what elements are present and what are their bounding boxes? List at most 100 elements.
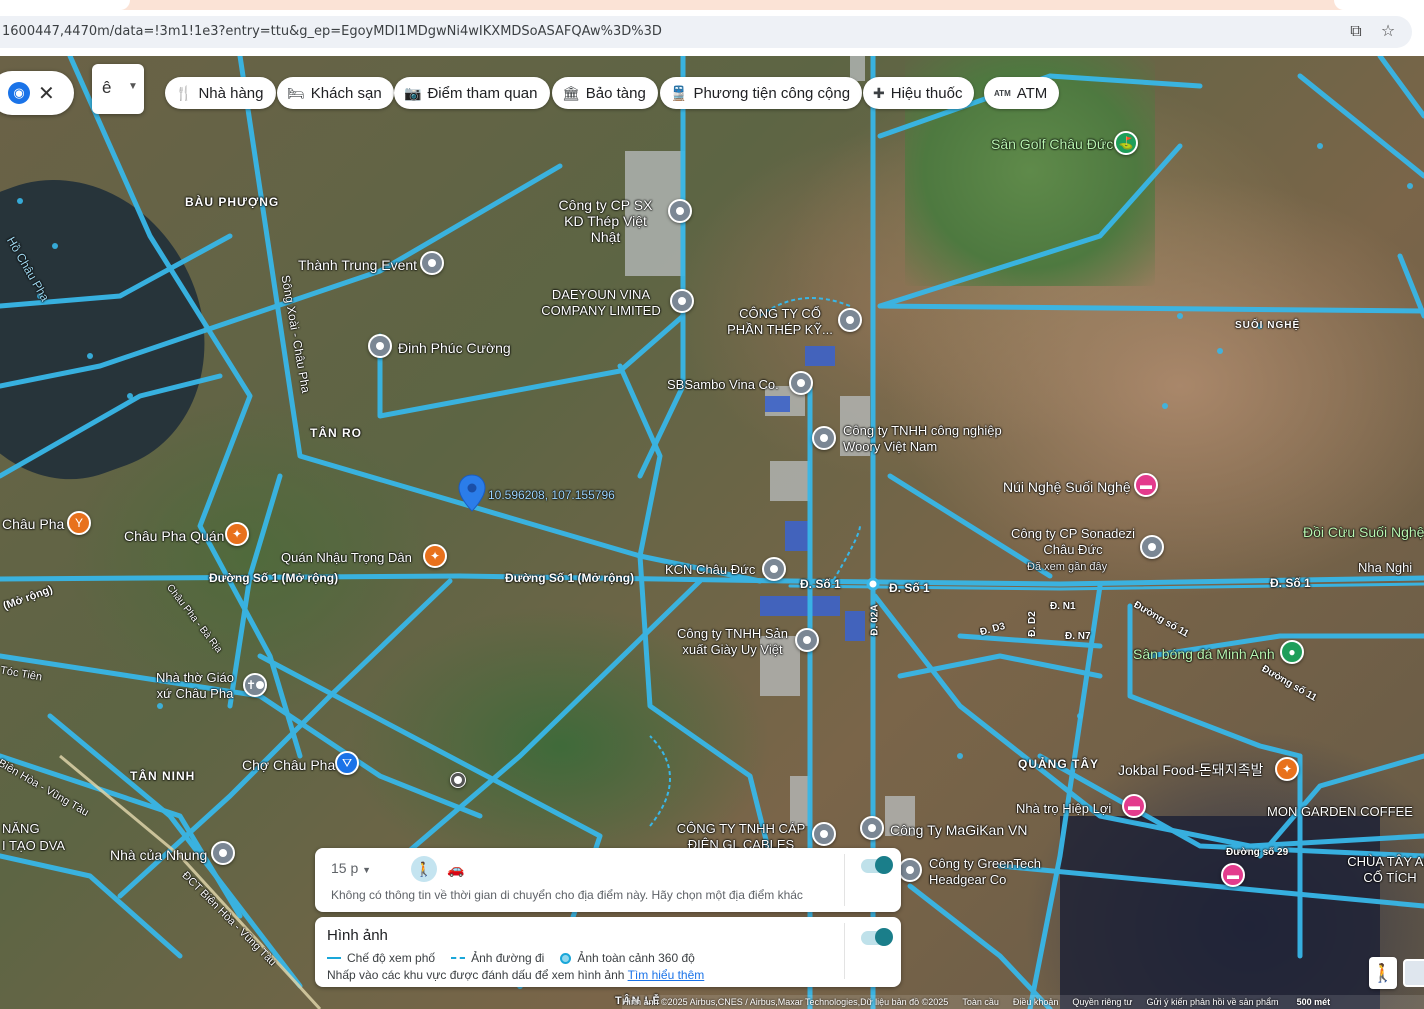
chip-atm[interactable]: ATM ATM [984, 77, 1060, 109]
place-label[interactable]: Đồi Cừu Suối Nghệ [1303, 524, 1424, 540]
place-pin-icon[interactable] [211, 841, 235, 865]
sports-pin-icon[interactable]: ● [1280, 640, 1304, 664]
place-label[interactable]: Công ty CP SX KD Thép Việt Nhật [548, 197, 663, 245]
place-label[interactable]: Nhà trọ Hiệp Lợi [1016, 801, 1111, 817]
divider [844, 923, 845, 979]
pharmacy-icon: ✚ [873, 84, 885, 101]
imagery-toggle[interactable] [861, 928, 893, 946]
chip-hotels[interactable]: 🛏 Khách sạn [277, 77, 394, 109]
close-icon[interactable]: ✕ [38, 81, 55, 106]
place-pin-icon[interactable] [860, 816, 884, 840]
route-photo-swatch [451, 957, 466, 959]
place-pin-icon[interactable] [795, 628, 819, 652]
scale-label[interactable]: 500 mét [1297, 997, 1331, 1007]
place-pin-icon[interactable] [789, 371, 813, 395]
map-footer: Hình ảnh ©2025 Airbus,CNES / Airbus,Maxa… [622, 995, 1424, 1009]
map-canvas[interactable]: BÀU PHƯỢNG TÂN RO TÂN NINH QUẢNG TÂY SUỐ… [0, 56, 1424, 1009]
chip-label: Hiệu thuốc [890, 84, 963, 102]
layer-switcher-thumbnail[interactable] [1403, 959, 1424, 987]
place-label[interactable]: Châu Pha [2, 516, 64, 532]
divider [844, 854, 845, 906]
place-label[interactable]: CÔNG TY TNHH CÁP ĐIỆN GL CABLES [671, 821, 811, 849]
place-label[interactable]: DAEYOUN VINA COMPANY LIMITED [536, 287, 666, 319]
hotel-pin-icon[interactable]: ▬ [1221, 863, 1245, 887]
place-label[interactable]: CÔNG TY CỔ PHẦN THÉP KỸ... [724, 306, 836, 338]
footer-link[interactable]: Gửi ý kiến phản hồi về sản phẩm [1146, 997, 1278, 1007]
place-label[interactable]: Châu Pha Quán [124, 528, 224, 544]
browser-tab[interactable] [1334, 0, 1424, 10]
place-label[interactable]: KCN Châu Đức [665, 562, 755, 578]
location-pin-icon[interactable] [458, 474, 486, 512]
place-label[interactable]: Sân bóng đá Minh Anh [1133, 646, 1275, 662]
place-label[interactable]: CHÙA TÂY AN CỔ TÍCH [1340, 854, 1424, 886]
install-app-icon[interactable]: ⧉ [1346, 22, 1366, 42]
footer-link[interactable]: Quyền riêng tư [1072, 997, 1132, 1007]
restaurant-pin-icon[interactable]: ✦ [1275, 757, 1299, 781]
place-pin-icon[interactable] [898, 858, 922, 882]
place-pin-icon[interactable] [420, 251, 444, 275]
place-label[interactable]: Chợ Châu Pha [242, 757, 335, 773]
place-label[interactable]: Đinh Phúc Cường [398, 340, 511, 356]
place-pin-icon[interactable] [1140, 535, 1164, 559]
travel-time-toggle[interactable] [861, 856, 893, 874]
coordinate-label: 10.596208, 107.155796 [488, 488, 615, 502]
place-label[interactable]: MON GARDEN COFFEE [1267, 804, 1413, 820]
footer-link[interactable]: Toàn cầu [962, 997, 999, 1007]
learn-more-link[interactable]: Tìm hiểu thêm [628, 968, 705, 982]
footer-link[interactable]: Điều khoản [1013, 997, 1059, 1007]
place-label[interactable]: I TẠO DVA [2, 838, 65, 854]
attribution-text: Hình ảnh ©2025 Airbus,CNES / Airbus,Maxa… [622, 997, 949, 1007]
bookmark-star-icon[interactable]: ☆ [1378, 22, 1398, 42]
chip-attractions[interactable]: 📷 Điểm tham quan [394, 77, 550, 109]
chevron-down-icon[interactable]: ▼ [128, 81, 138, 92]
address-bar[interactable]: 1600447,4470m/data=!3m1!1e3?entry=ttu&g_… [0, 16, 1412, 48]
place-pin-icon[interactable] [838, 308, 862, 332]
hotel-pin-icon[interactable]: ▬ [1134, 473, 1158, 497]
search-box-collapsed[interactable]: ◉ ✕ [0, 71, 74, 115]
travel-time-select[interactable]: 15 p ▼ [331, 860, 371, 876]
place-label[interactable]: Quán Nhậu Trọng Dân [281, 550, 412, 566]
place-pin-icon[interactable] [762, 557, 786, 581]
place-label[interactable]: Công ty TNHH Sản xuất Giày Uy Việt [670, 626, 795, 658]
chip-pharmacies[interactable]: ✚ Hiệu thuốc [863, 77, 975, 109]
place-label[interactable]: Jokbal Food-돈돼지족발 [1118, 762, 1263, 778]
place-pin-icon[interactable] [812, 426, 836, 450]
place-label[interactable]: SBSambo Vina Co. [667, 377, 779, 393]
place-label[interactable]: Thành Trung Event [298, 257, 417, 273]
restaurant-pin-icon[interactable]: ✦ [225, 522, 249, 546]
place-label[interactable]: Sân Golf Châu Đức [991, 136, 1113, 152]
pegman-icon[interactable]: 🚶 [1369, 957, 1397, 989]
golf-pin-icon[interactable]: ⛳ [1114, 131, 1138, 155]
browser-tab[interactable] [0, 0, 130, 10]
place-label[interactable]: NĂNG [2, 821, 40, 837]
restaurant-pin-icon[interactable]: ✦ [423, 544, 447, 568]
place-label[interactable]: Núi Nghệ Suối Nghệ [1003, 479, 1131, 495]
place-pin-icon[interactable] [668, 199, 692, 223]
place-label[interactable]: Công ty TNHH công nghiệp Woory Việt Nam [843, 423, 1003, 455]
place-label[interactable]: Nhà thờ Giáo xứ Châu Pha [150, 670, 240, 702]
place-label[interactable]: Công ty CP Sonadezi Châu Đức [1008, 526, 1138, 558]
chip-transit[interactable]: 🚆 Phương tiện công cộng [660, 77, 863, 109]
place-label[interactable]: Nha Nghi [1358, 560, 1412, 576]
place-pin-icon[interactable] [812, 822, 836, 846]
input-method-select[interactable]: ê ▼ [92, 64, 144, 114]
church-pin-icon[interactable]: ✝ [243, 673, 267, 697]
market-pin-icon[interactable]: ⛛ [335, 751, 359, 775]
walking-mode-icon[interactable]: 🚶 [411, 856, 437, 882]
driving-mode-icon[interactable]: 🚗 [443, 856, 469, 882]
hotel-pin-icon[interactable]: ▬ [1122, 794, 1146, 818]
place-label[interactable]: Công Ty MaGiKan VN [890, 822, 1027, 838]
place-label[interactable]: Công ty GreenTech Headgear Co [929, 856, 1059, 888]
bar-pin-icon[interactable]: Y [67, 511, 91, 535]
browser-toolbar: 1600447,4470m/data=!3m1!1e3?entry=ttu&g_… [0, 10, 1424, 56]
place-pin-icon[interactable] [368, 334, 392, 358]
place-label[interactable]: Nhà của Nhung [110, 847, 207, 863]
location-icon[interactable]: ◉ [8, 82, 30, 104]
url-text[interactable]: 1600447,4470m/data=!3m1!1e3?entry=ttu&g_… [2, 24, 662, 39]
chip-museums[interactable]: 🏛 Bảo tàng [552, 77, 658, 109]
place-pin-icon[interactable] [670, 289, 694, 313]
chip-restaurants[interactable]: 🍴 Nhà hàng [165, 77, 276, 109]
area-label: TÂN RO [310, 426, 362, 440]
bus-stop-icon[interactable] [450, 772, 466, 788]
street-view-swatch [327, 957, 341, 959]
